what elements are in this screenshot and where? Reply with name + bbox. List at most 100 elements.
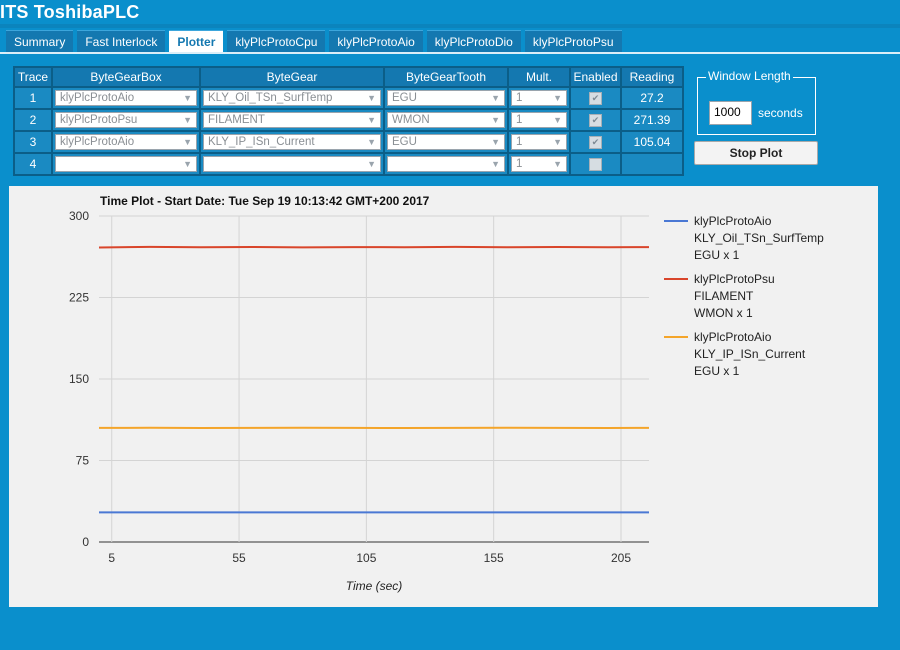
bytegearbox-select[interactable]: klyPlcProtoAio ▼	[55, 134, 197, 150]
chevron-down-icon: ▼	[367, 137, 376, 147]
select-value: 1	[516, 158, 523, 170]
chevron-down-icon: ▼	[183, 115, 192, 125]
mult-select[interactable]: 1 ▼	[511, 156, 567, 172]
x-axis-label: Time (sec)	[346, 579, 403, 593]
legend-swatch	[664, 220, 688, 222]
legend-item: klyPlcProtoAio KLY_IP_ISn_Current EGU x …	[664, 329, 874, 380]
enabled-checkbox[interactable]: ✔	[589, 92, 602, 106]
y-tick-label: 0	[82, 535, 89, 549]
y-tick-label: 75	[76, 454, 90, 468]
window-length-legend: Window Length	[706, 69, 793, 83]
bytegeartooth-select[interactable]: EGU ▼	[387, 90, 505, 106]
tab-underline	[0, 52, 900, 54]
trace-number: 2	[14, 109, 52, 131]
bytegeartooth-select[interactable]: WMON ▼	[387, 112, 505, 128]
check-icon: ✔	[591, 115, 600, 126]
window-length-input[interactable]: 1000	[709, 101, 752, 125]
legend-line: FILAMENT	[694, 289, 754, 303]
chevron-down-icon: ▼	[183, 137, 192, 147]
tab-summary[interactable]: Summary	[6, 30, 74, 52]
tab-klyplcprotopsu[interactable]: klyPlcProtoPsu	[524, 30, 622, 52]
mult-select[interactable]: 1 ▼	[511, 90, 567, 106]
select-value: klyPlcProtoAio	[60, 92, 135, 104]
bytegear-select[interactable]: FILAMENT ▼	[203, 112, 381, 128]
series-line-2	[98, 245, 650, 249]
y-tick-label: 300	[69, 209, 89, 223]
chevron-down-icon: ▼	[491, 159, 500, 169]
y-tick-label: 225	[69, 291, 89, 305]
bytegear-select[interactable]: KLY_IP_ISn_Current ▼	[203, 134, 381, 150]
enabled-checkbox[interactable]	[589, 158, 602, 172]
select-value: klyPlcProtoPsu	[60, 114, 138, 126]
header-mult: Mult.	[508, 67, 570, 87]
select-value: FILAMENT	[208, 114, 265, 126]
chevron-down-icon: ▼	[367, 159, 376, 169]
chevron-down-icon: ▼	[183, 159, 192, 169]
trace-number: 1	[14, 87, 52, 109]
tab-klyplcprotodio[interactable]: klyPlcProtoDio	[426, 30, 521, 52]
tab-klyplcprotoaio[interactable]: klyPlcProtoAio	[329, 30, 423, 52]
table-row: 1 klyPlcProtoAio ▼ KLY_Oil_TSn_SurfTemp ▼ …	[14, 87, 683, 109]
select-value: 1	[516, 92, 523, 104]
enabled-checkbox[interactable]: ✔	[589, 114, 602, 128]
legend-swatch	[664, 336, 688, 338]
select-value: 1	[516, 136, 523, 148]
legend-line: klyPlcProtoPsu	[694, 272, 775, 286]
window-length-group: Window Length 1000 seconds	[697, 69, 816, 135]
mult-select[interactable]: 1 ▼	[511, 112, 567, 128]
check-icon: ✔	[591, 137, 600, 148]
chevron-down-icon: ▼	[553, 93, 562, 103]
legend-line: EGU x 1	[694, 364, 740, 378]
chevron-down-icon: ▼	[183, 93, 192, 103]
stop-plot-button[interactable]: Stop Plot	[694, 141, 818, 165]
reading-value: 27.2	[621, 87, 683, 109]
tab-klyplcprotocpu[interactable]: klyPlcProtoCpu	[227, 30, 326, 52]
table-row: 2 klyPlcProtoPsu ▼ FILAMENT ▼ WMON ▼ 1 ▼ ✔ 2…	[14, 109, 683, 131]
bytegear-select[interactable]: ▼	[203, 156, 381, 172]
x-tick-label: 205	[611, 551, 631, 565]
app-title: ITS ToshibaPLC	[0, 2, 140, 22]
title-strip	[0, 24, 900, 28]
legend-line: WMON x 1	[694, 306, 753, 320]
bytegearbox-select[interactable]: klyPlcProtoAio ▼	[55, 90, 197, 106]
header-enabled: Enabled	[570, 67, 621, 87]
legend-swatch	[664, 278, 688, 280]
chevron-down-icon: ▼	[491, 115, 500, 125]
tab-bar: Summary Fast Interlock Plotter klyPlcPro…	[6, 30, 622, 52]
select-value: EGU	[392, 136, 417, 148]
header-bytegear: ByteGear	[200, 67, 384, 87]
reading-value: 271.39	[621, 109, 683, 131]
select-value: klyPlcProtoAio	[60, 136, 135, 148]
trace-table: Trace ByteGearBox ByteGear ByteGearTooth…	[13, 66, 684, 176]
enabled-checkbox[interactable]: ✔	[589, 136, 602, 150]
tab-plotter[interactable]: Plotter	[169, 30, 224, 52]
select-value: 1	[516, 114, 523, 126]
bytegearbox-select[interactable]: klyPlcProtoPsu ▼	[55, 112, 197, 128]
legend-line: KLY_IP_ISn_Current	[694, 347, 806, 361]
legend-item: klyPlcProtoAio KLY_Oil_TSn_SurfTemp EGU …	[664, 213, 874, 264]
legend-line: KLY_Oil_TSn_SurfTemp	[694, 231, 824, 245]
reading-value: 105.04	[621, 131, 683, 153]
window-length-unit: seconds	[758, 106, 803, 120]
bytegeartooth-select[interactable]: ▼	[387, 156, 505, 172]
header-bytegearbox: ByteGearBox	[52, 67, 200, 87]
x-tick-label: 55	[232, 551, 246, 565]
mult-select[interactable]: 1 ▼	[511, 134, 567, 150]
y-tick-label: 150	[69, 372, 89, 386]
reading-value	[621, 153, 683, 175]
bytegearbox-select[interactable]: ▼	[55, 156, 197, 172]
chevron-down-icon: ▼	[553, 137, 562, 147]
header-trace: Trace	[14, 67, 52, 87]
bytegear-select[interactable]: KLY_Oil_TSn_SurfTemp ▼	[203, 90, 381, 106]
select-value: EGU	[392, 92, 417, 104]
bytegeartooth-select[interactable]: EGU ▼	[387, 134, 505, 150]
tab-fast-interlock[interactable]: Fast Interlock	[77, 30, 166, 52]
select-value: KLY_IP_ISn_Current	[208, 136, 315, 148]
plot-panel: 0 75 150 225 300 5 55 105 155 205 Time (sec) Time …	[9, 186, 878, 607]
chevron-down-icon: ▼	[553, 115, 562, 125]
header-reading: Reading	[621, 67, 683, 87]
check-icon: ✔	[591, 93, 600, 104]
chevron-down-icon: ▼	[367, 93, 376, 103]
chevron-down-icon: ▼	[367, 115, 376, 125]
trace-table-header: Trace ByteGearBox ByteGear ByteGearTooth…	[14, 67, 683, 87]
